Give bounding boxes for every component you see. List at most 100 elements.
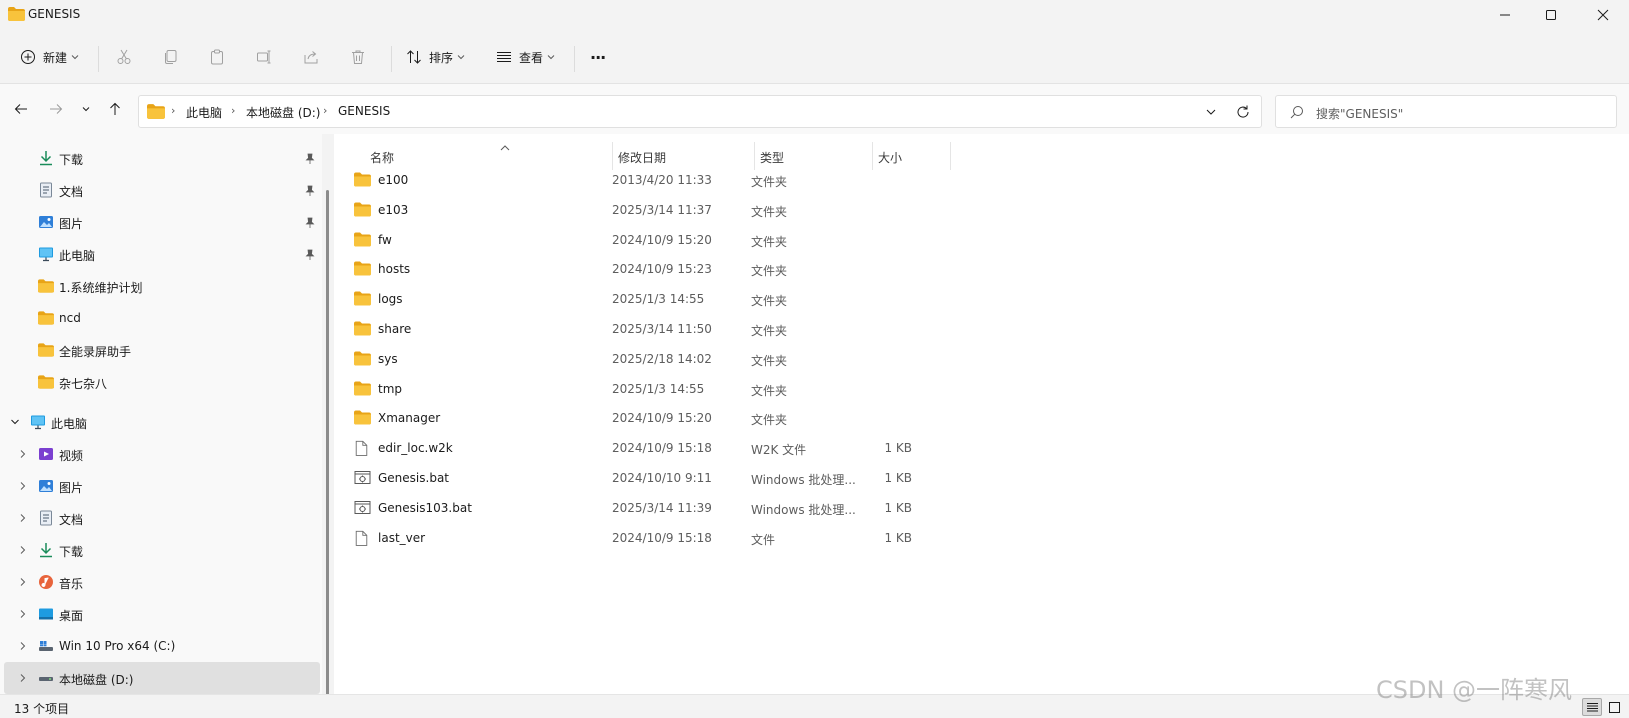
more-options-button[interactable]: ··· xyxy=(590,42,606,72)
table-row[interactable]: Genesis103.bat 2025/3/14 11:39 Windows 批处理… xyxy=(348,493,1288,524)
file-date: 2024/10/9 15:20 xyxy=(612,411,712,426)
clipboard-icon xyxy=(211,49,223,65)
rename-button[interactable] xyxy=(256,42,272,72)
table-row[interactable]: e103 2025/3/14 11:37 文件夹 xyxy=(348,195,1288,226)
folder-icon xyxy=(8,7,25,21)
copy-button[interactable] xyxy=(163,42,179,72)
sidebar-item-label: 文档 xyxy=(59,185,84,199)
video-icon xyxy=(39,448,53,460)
sidebar-scrollbar[interactable] xyxy=(326,190,329,700)
close-button[interactable] xyxy=(1580,0,1626,30)
folder-icon xyxy=(354,172,371,187)
maximize-button[interactable] xyxy=(1528,0,1574,30)
table-row[interactable]: sys 2025/2/18 14:02 文件夹 xyxy=(348,344,1288,375)
refresh-icon[interactable] xyxy=(1235,104,1251,120)
chevron-down-icon[interactable] xyxy=(9,416,21,428)
new-button[interactable]: 新建 xyxy=(20,42,79,72)
paste-button[interactable] xyxy=(209,42,225,72)
column-header-label: 修改日期 xyxy=(618,151,667,165)
share-button[interactable] xyxy=(303,42,319,72)
chevron-right-icon[interactable] xyxy=(17,480,29,492)
chevron-down-icon xyxy=(71,55,79,60)
table-row[interactable]: e100 2013/4/20 11:33 文件夹 xyxy=(348,165,1288,196)
file-name: hosts xyxy=(378,262,411,277)
back-button[interactable] xyxy=(10,98,32,120)
sidebar-item-desktop[interactable]: 桌面 xyxy=(0,598,320,630)
sidebar-item-downloads[interactable]: 下载 xyxy=(0,142,320,174)
chevron-right-icon[interactable] xyxy=(17,608,29,620)
up-button[interactable] xyxy=(104,98,126,120)
sidebar-item-maintenance-plan[interactable]: 1.系统维护计划 xyxy=(0,270,320,302)
sidebar-item-label: 全能录屏助手 xyxy=(59,345,132,359)
cut-button[interactable] xyxy=(116,42,132,72)
chevron-right-icon[interactable] xyxy=(17,544,29,556)
file-name: logs xyxy=(378,292,403,307)
file-icon xyxy=(355,441,368,457)
table-row[interactable]: Genesis.bat 2024/10/10 9:11 Windows 批处理...… xyxy=(348,463,1288,494)
tiles-view-button[interactable] xyxy=(1604,698,1624,716)
file-size: 1 KB xyxy=(884,441,912,456)
folder-icon xyxy=(147,104,165,119)
sidebar-item-music[interactable]: 音乐 xyxy=(0,566,320,598)
drive-icon xyxy=(39,677,53,681)
chevron-right-icon[interactable] xyxy=(17,640,29,652)
chevron-right-icon[interactable] xyxy=(17,512,29,524)
sidebar-item-pictures-pc[interactable]: 图片 xyxy=(0,470,320,502)
file-type: W2K 文件 xyxy=(751,443,807,458)
pin-icon xyxy=(305,217,315,228)
chevron-right-icon[interactable] xyxy=(17,672,29,684)
chevron-right-icon[interactable] xyxy=(17,576,29,588)
sidebar-item-drive-d[interactable]: 本地磁盘 (D:) xyxy=(4,662,320,694)
delete-button[interactable] xyxy=(350,42,366,72)
table-row[interactable]: hosts 2024/10/9 15:23 文件夹 xyxy=(348,254,1288,285)
file-name: Xmanager xyxy=(378,411,441,426)
details-view-icon xyxy=(1586,702,1598,711)
sidebar-item-pictures[interactable]: 图片 xyxy=(0,206,320,238)
document-icon xyxy=(40,182,52,198)
table-row[interactable]: last_ver 2024/10/9 15:18 文件 1 KB xyxy=(348,523,1288,554)
sidebar-item-videos[interactable]: 视频 xyxy=(0,438,320,470)
sidebar-item-documents[interactable]: 文档 xyxy=(0,174,320,206)
address-history-icon[interactable] xyxy=(1203,104,1219,120)
sort-button[interactable]: 排序 xyxy=(406,42,465,72)
sidebar-item-documents-pc[interactable]: 文档 xyxy=(0,502,320,534)
address-bar[interactable]: › 此电脑 › 本地磁盘 (D:) › GENESIS xyxy=(138,95,1262,128)
table-row[interactable]: logs 2025/1/3 14:55 文件夹 xyxy=(348,284,1288,315)
copy-icon xyxy=(165,50,177,64)
breadcrumb-genesis[interactable]: GENESIS xyxy=(338,104,390,118)
watermark-text: CSDN @一阵寒风 xyxy=(1376,676,1573,704)
breadcrumb-this-pc[interactable]: 此电脑 xyxy=(186,104,222,121)
table-row[interactable]: tmp 2025/1/3 14:55 文件夹 xyxy=(348,374,1288,405)
minimize-button[interactable] xyxy=(1482,0,1528,30)
file-date: 2024/10/10 9:11 xyxy=(612,471,712,485)
new-button-label: 新建 xyxy=(43,50,68,65)
table-row[interactable]: fw 2024/10/9 15:20 文件夹 xyxy=(348,225,1288,256)
file-date: 2024/10/9 15:20 xyxy=(612,232,712,247)
sidebar-item-ncd[interactable]: ncd xyxy=(0,302,320,334)
folder-icon xyxy=(354,381,371,396)
chevron-down-icon xyxy=(547,55,555,60)
sidebar-item-this-pc-pinned[interactable]: 此电脑 xyxy=(0,238,320,270)
sort-button-label: 排序 xyxy=(429,50,454,65)
list-view-icon xyxy=(497,52,511,62)
table-row[interactable]: edir_loc.w2k 2024/10/9 15:18 W2K 文件 1 KB xyxy=(348,433,1288,464)
recent-locations-button[interactable] xyxy=(75,98,97,120)
search-box[interactable]: 搜索"GENESIS" xyxy=(1275,95,1617,128)
view-button[interactable]: 查看 xyxy=(496,42,555,72)
sidebar-item-this-pc[interactable]: 此电脑 xyxy=(0,406,320,438)
sidebar-item-misc[interactable]: 杂七杂八 xyxy=(0,366,320,398)
sidebar-item-drive-c[interactable]: Win 10 Pro x64 (C:) xyxy=(0,630,320,662)
breadcrumb-local-disk-d[interactable]: 本地磁盘 (D:) xyxy=(246,104,320,121)
tiles-view-icon xyxy=(1608,701,1620,713)
file-list: 名称 修改日期 类型 大小 e100 2013/4/20 11:33 文件夹 e103… xyxy=(334,134,1629,694)
sidebar-item-downloads-pc[interactable]: 下载 xyxy=(0,534,320,566)
file-name: edir_loc.w2k xyxy=(378,441,453,456)
forward-button[interactable] xyxy=(45,98,67,120)
chevron-right-icon[interactable] xyxy=(17,448,29,460)
file-size: 1 KB xyxy=(884,530,912,545)
table-row[interactable]: share 2025/3/14 11:50 文件夹 xyxy=(348,314,1288,345)
toolbar-divider xyxy=(391,46,392,72)
table-row[interactable]: Xmanager 2024/10/9 15:20 文件夹 xyxy=(348,403,1288,434)
details-view-button[interactable] xyxy=(1582,698,1602,716)
sidebar-item-screen-recorder[interactable]: 全能录屏助手 xyxy=(0,334,320,366)
